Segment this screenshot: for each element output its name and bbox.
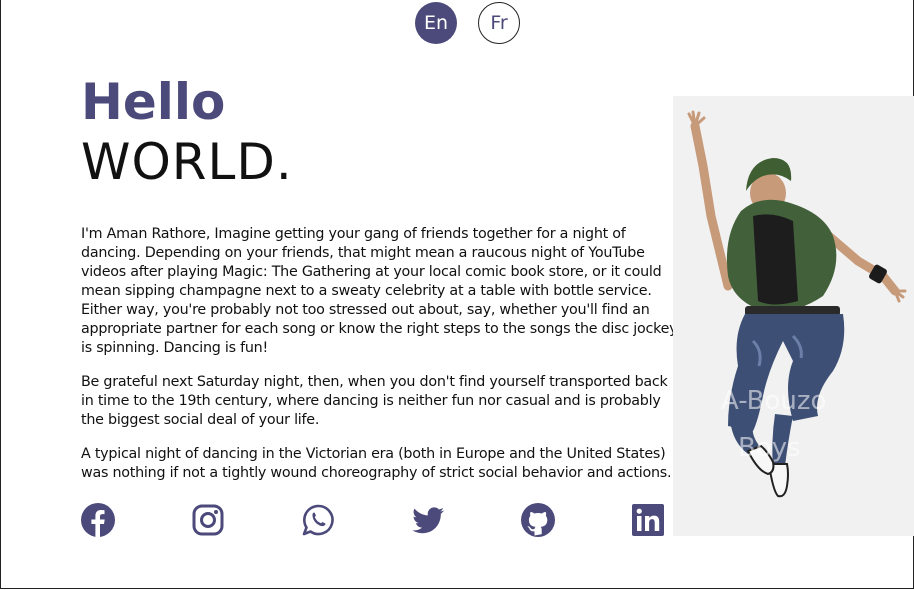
watermark-line-1: A-Bouzo — [721, 386, 826, 416]
dancer-illustration: A-Bouzo Boys — [687, 110, 907, 498]
social-links — [81, 503, 671, 539]
bio-paragraph-2: Be grateful next Saturday night, then, w… — [81, 374, 668, 428]
facebook-icon[interactable] — [81, 503, 115, 537]
linkedin-icon[interactable] — [631, 503, 665, 537]
twitter-icon[interactable] — [411, 503, 445, 537]
whatsapp-icon[interactable] — [301, 503, 335, 537]
github-icon[interactable] — [521, 503, 555, 537]
dancer-photo: A-Bouzo Boys — [673, 96, 914, 536]
bio-text: I'm Aman Rathore, Imagine getting your g… — [81, 225, 681, 498]
bio-paragraph-3: A typical night of dancing in the Victor… — [81, 446, 672, 481]
hero-headline: WORLD. — [81, 133, 293, 191]
hero-greeting: Hello — [81, 73, 226, 131]
watermark-line-2: Boys — [738, 433, 801, 463]
lang-fr-button[interactable]: Fr — [478, 2, 520, 44]
instagram-icon[interactable] — [191, 503, 225, 537]
bio-paragraph-1: I'm Aman Rathore, Imagine getting your g… — [81, 226, 678, 356]
lang-en-button[interactable]: En — [415, 2, 457, 44]
